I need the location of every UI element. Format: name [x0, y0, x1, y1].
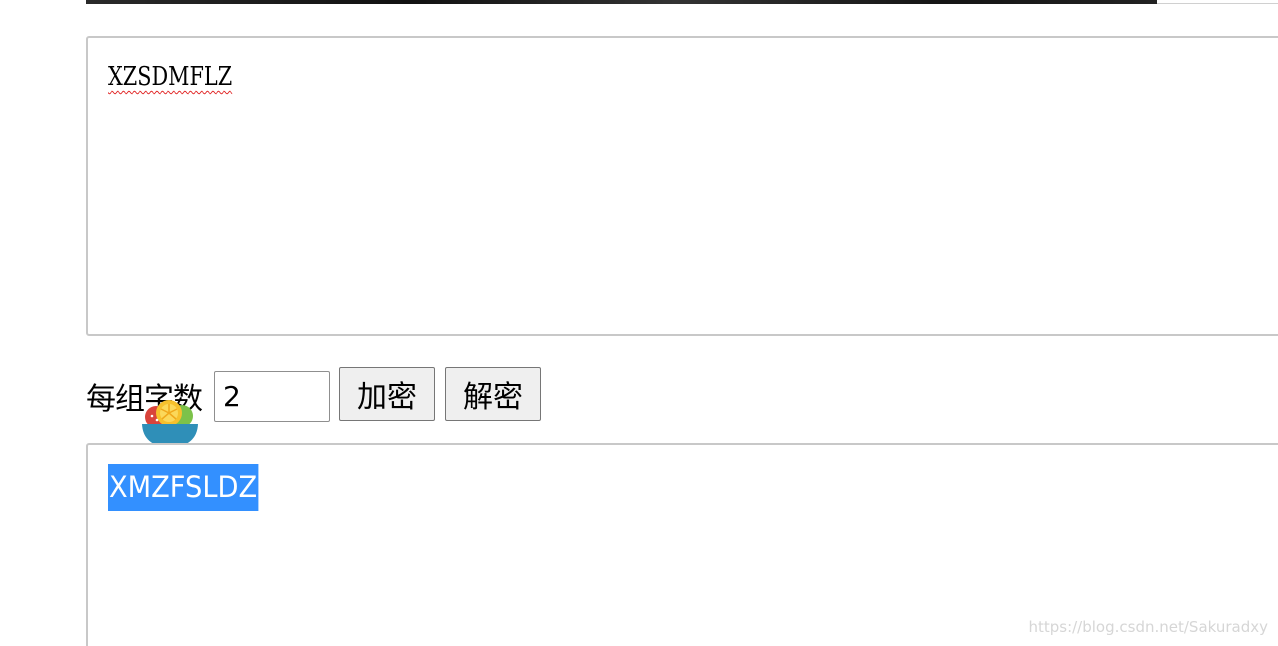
plaintext-value: XZSDMFLZ [108, 62, 233, 92]
top-image-edge [86, 0, 1157, 4]
plaintext-textarea[interactable]: XZSDMFLZ [86, 36, 1278, 336]
ciphertext-textarea[interactable]: XMZFSLDZ [86, 443, 1278, 646]
page: XZSDMFLZ 每组字数 加密 解密 XMZFSLDZ https://blo… [0, 0, 1278, 646]
group-size-input[interactable] [214, 371, 330, 422]
decrypt-button[interactable]: 解密 [445, 367, 541, 421]
top-divider [1157, 3, 1278, 4]
ciphertext-value-selected: XMZFSLDZ [108, 464, 259, 511]
encrypt-button[interactable]: 加密 [339, 367, 435, 421]
watermark: https://blog.csdn.net/Sakuradxy [1028, 618, 1268, 636]
